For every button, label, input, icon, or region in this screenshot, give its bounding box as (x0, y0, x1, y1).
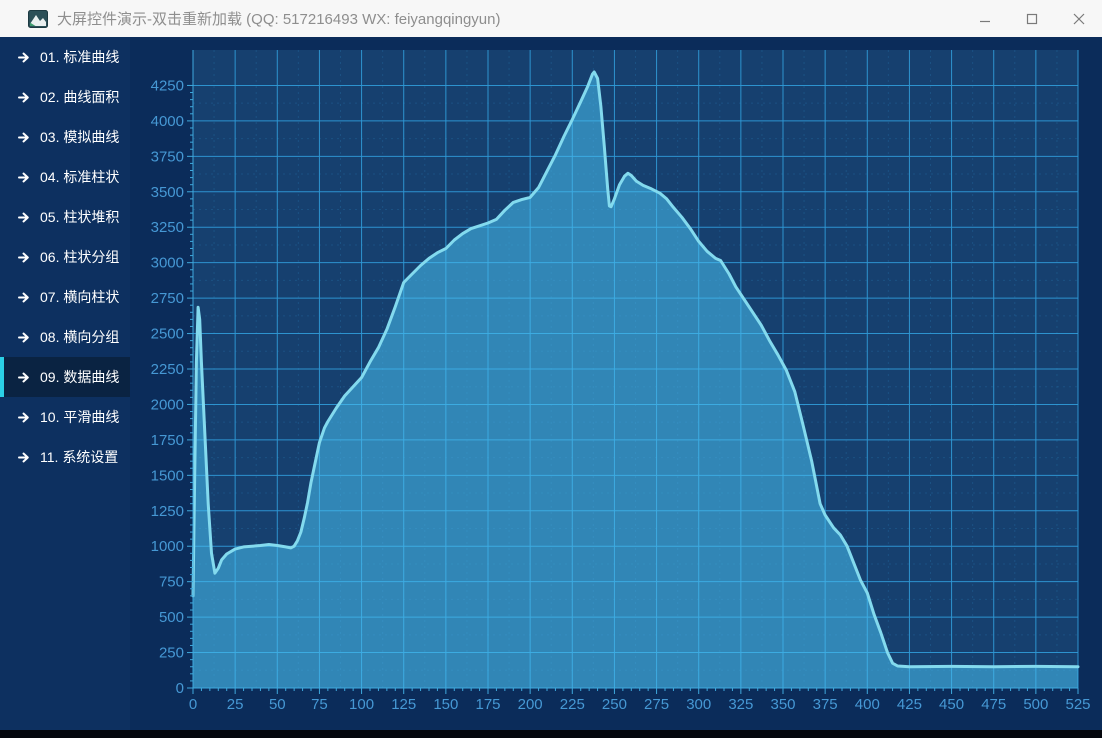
x-tick-label: 525 (1065, 696, 1090, 713)
sidebar-item-label: 11. 系统设置 (40, 447, 118, 467)
x-tick-label: 200 (518, 696, 543, 713)
sidebar-item-11[interactable]: 11. 系统设置 (0, 437, 130, 477)
y-tick-label: 750 (159, 574, 184, 591)
sidebar-item-label: 03. 模拟曲线 (40, 127, 119, 147)
x-tick-label: 125 (391, 696, 416, 713)
sidebar-item-01[interactable]: 01. 标准曲线 (0, 37, 130, 77)
close-button[interactable] (1055, 0, 1102, 37)
window-bottom-edge (0, 730, 1102, 738)
x-tick-label: 25 (227, 696, 244, 713)
window-controls (961, 0, 1102, 37)
x-tick-label: 450 (939, 696, 964, 713)
sidebar-item-05[interactable]: 05. 柱状堆积 (0, 197, 130, 237)
y-tick-label: 2250 (151, 361, 184, 378)
y-tick-label: 1250 (151, 503, 184, 520)
x-tick-label: 500 (1023, 696, 1048, 713)
sidebar-item-04[interactable]: 04. 标准柱状 (0, 157, 130, 197)
y-tick-label: 4000 (151, 113, 184, 130)
sidebar-item-09[interactable]: 09. 数据曲线 (0, 357, 130, 397)
y-tick-label: 250 (159, 645, 184, 662)
y-tick-label: 3500 (151, 184, 184, 201)
sidebar-item-label: 06. 柱状分组 (40, 247, 119, 267)
x-tick-label: 75 (311, 696, 328, 713)
arrow-right-icon (18, 172, 30, 183)
x-tick-label: 225 (560, 696, 585, 713)
sidebar-item-label: 04. 标准柱状 (40, 167, 119, 187)
arrow-right-icon (18, 52, 30, 63)
sidebar-item-08[interactable]: 08. 横向分组 (0, 317, 130, 357)
sidebar-item-label: 09. 数据曲线 (40, 367, 119, 387)
sidebar: 01. 标准曲线 02. 曲线面积 03. 模拟曲线 04. 标准柱状 (0, 37, 130, 730)
y-tick-label: 3750 (151, 148, 184, 165)
y-tick-label: 2000 (151, 396, 184, 413)
close-icon (1073, 13, 1085, 25)
y-tick-label: 500 (159, 609, 184, 626)
app-icon (28, 9, 48, 29)
x-tick-label: 350 (770, 696, 795, 713)
x-tick-label: 100 (349, 696, 374, 713)
arrow-right-icon (18, 252, 30, 263)
sidebar-item-07[interactable]: 07. 横向柱状 (0, 277, 130, 317)
sidebar-item-label: 10. 平滑曲线 (40, 407, 119, 427)
x-tick-label: 275 (644, 696, 669, 713)
sidebar-item-06[interactable]: 06. 柱状分组 (0, 237, 130, 277)
y-tick-label: 3250 (151, 219, 184, 236)
minimize-icon (979, 13, 991, 25)
y-tick-label: 3000 (151, 255, 184, 272)
sidebar-item-label: 02. 曲线面积 (40, 87, 119, 107)
window-title: 大屏控件演示-双击重新加载 (QQ: 517216493 WX: feiyang… (57, 8, 500, 29)
arrow-right-icon (18, 92, 30, 103)
x-tick-label: 375 (813, 696, 838, 713)
minimize-button[interactable] (961, 0, 1008, 37)
sidebar-item-label: 08. 横向分组 (40, 327, 119, 347)
x-tick-label: 0 (189, 696, 197, 713)
arrow-right-icon (18, 212, 30, 223)
y-tick-label: 1750 (151, 432, 184, 449)
sidebar-item-02[interactable]: 02. 曲线面积 (0, 77, 130, 117)
arrow-right-icon (18, 132, 30, 143)
app-window: 大屏控件演示-双击重新加载 (QQ: 517216493 WX: feiyang… (0, 0, 1102, 738)
y-tick-label: 0 (176, 680, 184, 697)
x-tick-label: 175 (475, 696, 500, 713)
arrow-right-icon (18, 332, 30, 343)
titlebar[interactable]: 大屏控件演示-双击重新加载 (QQ: 517216493 WX: feiyang… (0, 0, 1102, 37)
x-tick-label: 475 (981, 696, 1006, 713)
arrow-right-icon (18, 372, 30, 383)
sidebar-item-label: 05. 柱状堆积 (40, 207, 119, 227)
y-tick-label: 1000 (151, 538, 184, 555)
x-tick-label: 400 (855, 696, 880, 713)
x-tick-label: 50 (269, 696, 286, 713)
y-tick-label: 2500 (151, 326, 184, 343)
x-tick-label: 300 (686, 696, 711, 713)
x-tick-label: 250 (602, 696, 627, 713)
arrow-right-icon (18, 412, 30, 423)
y-tick-label: 4250 (151, 77, 184, 94)
sidebar-item-label: 07. 横向柱状 (40, 287, 119, 307)
sidebar-item-03[interactable]: 03. 模拟曲线 (0, 117, 130, 157)
x-tick-label: 150 (433, 696, 458, 713)
x-tick-label: 425 (897, 696, 922, 713)
sidebar-item-label: 01. 标准曲线 (40, 47, 119, 67)
y-tick-label: 1500 (151, 467, 184, 484)
chart-panel: 0 25 50 75 100 125 150 175 200 225 250 275 300 325 350… (130, 37, 1102, 730)
x-tick-label: 325 (728, 696, 753, 713)
y-tick-label: 2750 (151, 290, 184, 307)
maximize-button[interactable] (1008, 0, 1055, 37)
data-curve-chart: 0 25 50 75 100 125 150 175 200 225 250 275 300 325 350… (130, 37, 1102, 730)
maximize-icon (1026, 13, 1038, 25)
arrow-right-icon (18, 292, 30, 303)
arrow-right-icon (18, 452, 30, 463)
sidebar-item-10[interactable]: 10. 平滑曲线 (0, 397, 130, 437)
